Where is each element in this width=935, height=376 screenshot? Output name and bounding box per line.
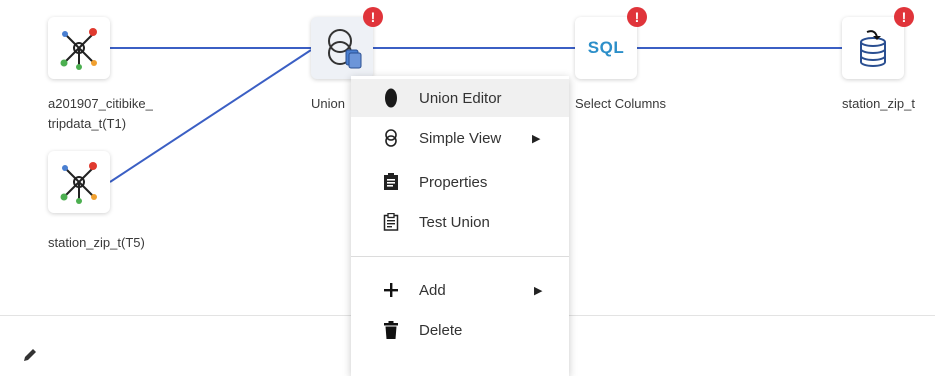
select-columns-node[interactable]: SQL bbox=[575, 17, 637, 79]
source-node-t5[interactable] bbox=[48, 151, 110, 213]
submenu-arrow-icon: ▶ bbox=[532, 132, 541, 145]
source-node-t5-label: station_zip_t(T5) bbox=[48, 235, 145, 250]
output-node[interactable] bbox=[842, 17, 904, 79]
menu-item-delete[interactable]: Delete bbox=[351, 311, 569, 349]
source-node-t1-label: a201907_citibike_ tripdata_t(T1) bbox=[48, 96, 153, 131]
hub-network-icon bbox=[60, 162, 97, 204]
menu-item-test-union[interactable]: Test Union bbox=[351, 203, 569, 241]
menu-item-label: Properties bbox=[419, 173, 488, 191]
union-node[interactable] bbox=[311, 17, 373, 79]
menu-item-label: Union Editor bbox=[419, 89, 502, 107]
menu-item-simple-view[interactable]: Simple View ▶ bbox=[351, 119, 569, 157]
properties-icon bbox=[381, 172, 401, 192]
select-columns-warning-badge: ! bbox=[627, 7, 647, 27]
context-menu: Union Editor Simple View ▶ Properties Te… bbox=[351, 76, 569, 376]
menu-item-union-editor[interactable]: Union Editor bbox=[351, 79, 569, 117]
pencil-icon[interactable] bbox=[22, 347, 38, 363]
menu-item-properties[interactable]: Properties bbox=[351, 163, 569, 201]
menu-item-label: Add bbox=[419, 281, 446, 299]
menu-item-add[interactable]: Add ▶ bbox=[351, 271, 569, 309]
plus-icon bbox=[381, 280, 401, 300]
menu-item-label: Delete bbox=[419, 321, 463, 339]
union-circles-icon bbox=[328, 29, 362, 69]
database-download-icon bbox=[860, 30, 886, 67]
union-editor-icon bbox=[381, 88, 401, 108]
hub-network-icon bbox=[60, 28, 97, 70]
sql-icon: SQL bbox=[587, 38, 625, 57]
union-warning-badge: ! bbox=[363, 7, 383, 27]
union-node-label: Union bbox=[311, 96, 345, 111]
clipboard-test-icon bbox=[381, 212, 401, 232]
output-node-label: station_zip_t bbox=[842, 96, 915, 111]
select-columns-node-label: Select Columns bbox=[575, 96, 667, 111]
menu-item-label: Test Union bbox=[419, 213, 490, 231]
menu-separator bbox=[351, 256, 569, 257]
trash-icon bbox=[381, 320, 401, 340]
submenu-arrow-icon: ▶ bbox=[534, 284, 543, 297]
menu-item-label: Simple View bbox=[419, 129, 502, 147]
simple-view-icon bbox=[381, 128, 401, 148]
source-node-t1[interactable] bbox=[48, 17, 110, 79]
output-warning-badge: ! bbox=[894, 7, 914, 27]
